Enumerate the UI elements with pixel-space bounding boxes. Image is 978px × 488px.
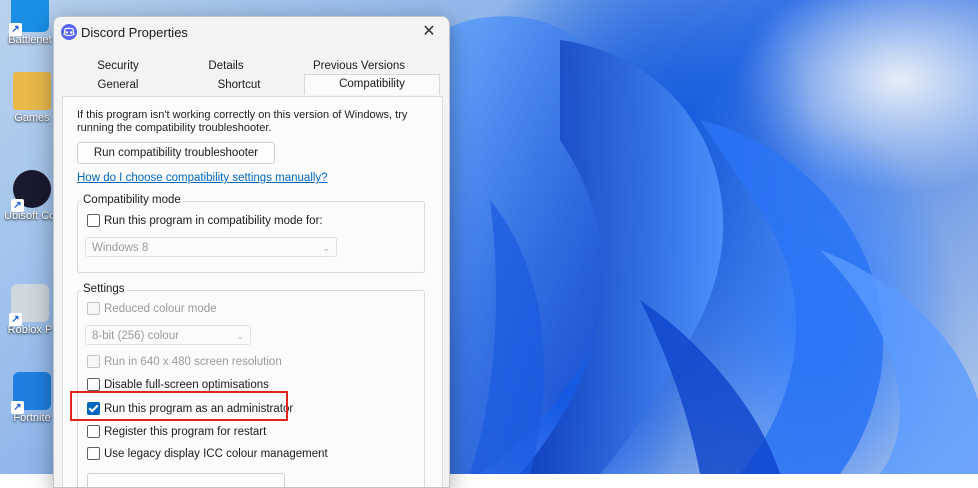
troubleshooter-button[interactable]: Run compatibility troubleshooter (77, 142, 275, 164)
battlenet-icon: ↗ (9, 0, 49, 36)
tab-security[interactable]: Security (66, 57, 170, 75)
compat-mode-title: Compatibility mode (81, 194, 183, 206)
desktop-icon-label: Games (14, 112, 50, 124)
window-title: Discord Properties (81, 25, 188, 40)
desktop-icon-battlenet[interactable]: ↗ Battlenet (2, 0, 58, 46)
tab-general[interactable]: General (66, 76, 170, 94)
select-value: Windows 8 (92, 242, 149, 254)
legacy-icc-checkbox[interactable]: Use legacy display ICC colour management (87, 447, 328, 460)
chevron-down-icon: ⌄ (236, 331, 244, 341)
checkbox-box[interactable] (87, 214, 100, 227)
folder-icon (13, 72, 51, 110)
discord-icon (61, 24, 77, 40)
tab-previous-versions[interactable]: Previous Versions (282, 57, 436, 75)
desktop-icon-roblox[interactable]: ↗ Roblox P (2, 284, 58, 336)
close-icon[interactable]: ✕ (417, 21, 441, 43)
title-bar[interactable]: Discord Properties ✕ (54, 17, 449, 47)
checkbox-label: Reduced colour mode (104, 302, 217, 315)
compatibility-panel: If this program isn't working correctly … (62, 96, 443, 487)
register-restart-checkbox[interactable]: Register this program for restart (87, 425, 266, 438)
ubisoft-icon: ↗ (11, 170, 51, 212)
checkbox-label: Run in 640 x 480 screen resolution (104, 355, 282, 368)
fullscreen-optimisations-checkbox[interactable]: Disable full-screen optimisations (87, 378, 269, 391)
checkbox-label: Use legacy display ICC colour management (104, 447, 328, 460)
desktop-icon-fortnite[interactable]: ↗ Fortnite (4, 372, 60, 424)
checkbox-label: Disable full-screen optimisations (104, 378, 269, 391)
tab-details[interactable]: Details (174, 57, 278, 75)
tab-compatibility[interactable]: Compatibility (304, 74, 440, 95)
reduced-colour-checkbox[interactable]: Reduced colour mode (87, 302, 217, 315)
tab-shortcut[interactable]: Shortcut (174, 76, 304, 94)
colour-depth-select[interactable]: 8-bit (256) colour ⌄ (85, 325, 251, 345)
checkbox-box[interactable] (87, 447, 100, 460)
checkbox-label: Run this program in compatibility mode f… (104, 214, 323, 227)
chevron-down-icon: ⌄ (322, 243, 330, 253)
checkbox-box[interactable] (87, 355, 100, 368)
change-settings-button[interactable] (87, 473, 285, 487)
checkbox-box[interactable] (87, 302, 100, 315)
info-text: If this program isn't working correctly … (77, 109, 408, 134)
compat-os-select[interactable]: Windows 8 ⌄ (85, 237, 337, 257)
desktop-icon-games[interactable]: Games (4, 72, 60, 124)
checkbox-box[interactable] (87, 378, 100, 391)
fortnite-icon: ↗ (11, 372, 51, 414)
manual-settings-link[interactable]: How do I choose compatibility settings m… (77, 172, 328, 184)
settings-title: Settings (81, 283, 127, 295)
checkbox-label: Register this program for restart (104, 425, 267, 438)
highlight-box (70, 391, 288, 421)
roblox-icon: ↗ (9, 284, 49, 326)
resolution-checkbox[interactable]: Run in 640 x 480 screen resolution (87, 355, 282, 368)
desktop-icon-ubisoft[interactable]: ↗ Ubisoft Connect (4, 170, 60, 222)
checkbox-box[interactable] (87, 425, 100, 438)
compat-mode-checkbox[interactable]: Run this program in compatibility mode f… (87, 214, 323, 227)
select-value: 8-bit (256) colour (92, 330, 179, 342)
tab-strip: Security Details Previous Versions Gener… (54, 47, 449, 95)
